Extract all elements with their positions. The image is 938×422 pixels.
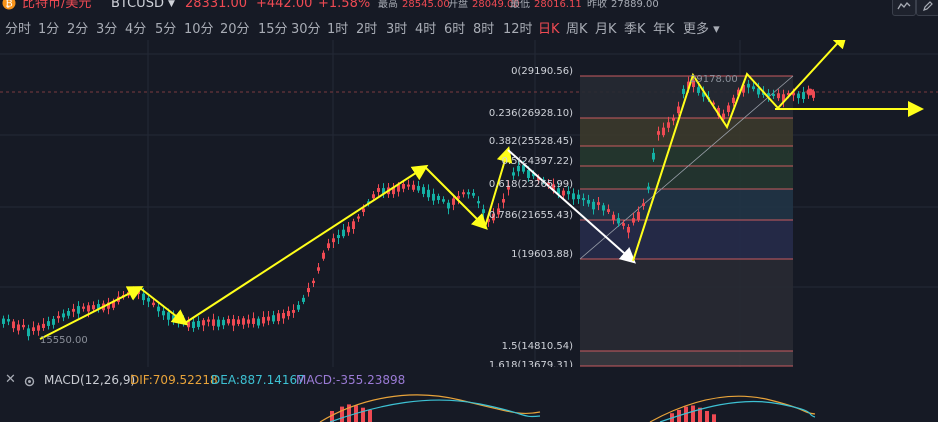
chevron-down-icon[interactable]: ▼ — [168, 0, 175, 12]
fib-level-2: 0.382(25528.45) — [489, 136, 573, 147]
timeframe-11[interactable]: 1时 — [327, 20, 348, 40]
symbol-name[interactable]: 比特币/美元 — [22, 0, 91, 12]
macd-toolbar: ✕ MACD(12,26,9) DIF:709.52218 DEA:887.14… — [0, 370, 938, 390]
timeframe-9[interactable]: 15分 — [258, 20, 288, 40]
fibonacci-retracement — [579, 75, 794, 367]
fib-level-5: 0.786(21655.43) — [489, 210, 573, 221]
timeframe-16[interactable]: 8时 — [473, 20, 494, 40]
macd-dif: DIF:709.52218 — [130, 373, 218, 387]
prev-close-value: 27889.00 — [611, 0, 659, 10]
bitcoin-icon: ₿ — [2, 0, 16, 15]
timeframe-13[interactable]: 3时 — [386, 20, 407, 40]
timeframe-5[interactable]: 4分 — [125, 20, 146, 40]
high-value: 28545.00 — [402, 0, 450, 10]
close-icon[interactable]: ✕ — [5, 370, 16, 390]
timeframe-21[interactable]: 季K — [624, 20, 646, 40]
macd-dea: DEA:887.14167 — [211, 373, 305, 387]
symbol-header: ₿ 比特币/美元 BTCUSD ▼ 28331.00 +442.00 +1.58… — [0, 0, 938, 16]
chart-grid — [0, 40, 938, 367]
macd-pane[interactable] — [0, 390, 938, 422]
low-price-marker: 15550.00 — [40, 335, 88, 346]
timeframe-22[interactable]: 年K — [653, 20, 675, 40]
timeframe-10[interactable]: 30分 — [291, 20, 321, 40]
timeframe-1[interactable]: 分时 — [5, 20, 31, 40]
high-price-marker: 29178.00 — [690, 74, 738, 85]
fib-level-6: 1(19603.88) — [511, 249, 573, 260]
timeframe-15[interactable]: 6时 — [444, 20, 465, 40]
fib-level-1: 0.236(26928.10) — [489, 108, 573, 119]
timeframe-8[interactable]: 20分 — [220, 20, 250, 40]
timeframe-toolbar: 分时 1分 2分 3分 4分 5分 10分 20分 15分 30分 1时 2时 3时 4时 6时 8时 12时日… — [0, 20, 938, 40]
svg-text:₿: ₿ — [5, 0, 12, 10]
candlestick-chart[interactable]: 0(29190.56) 0.236(26928.10) 0.382(25528.45… — [0, 40, 938, 367]
high-label: 最高 — [378, 0, 398, 10]
fib-level-7: 1.5(14810.54) — [502, 341, 574, 352]
timeframe-3[interactable]: 2分 — [67, 20, 88, 40]
fib-level-3: 0.5(24397.22) — [502, 156, 574, 167]
indicator-chart-icon[interactable] — [892, 0, 916, 16]
timeframe-6[interactable]: 5分 — [155, 20, 176, 40]
fib-level-0: 0(29190.56) — [511, 66, 573, 77]
fib-level-8: 1.618(13679.31) — [489, 360, 573, 367]
timeframe-4[interactable]: 3分 — [96, 20, 117, 40]
low-label: 最低 — [510, 0, 530, 10]
timeframe-14[interactable]: 4时 — [415, 20, 436, 40]
timeframe-19[interactable]: 周K — [566, 20, 588, 40]
price-change-pct: +1.58% — [318, 0, 371, 11]
timeframe-7[interactable]: 10分 — [184, 20, 214, 40]
timeframe-2[interactable]: 1分 — [38, 20, 59, 40]
more-timeframes-dropdown[interactable]: 更多 ▾ — [683, 20, 720, 40]
last-price: 28331.00 — [185, 0, 248, 11]
macd-name: MACD(12,26,9) — [44, 373, 136, 387]
open-label: 开盘 — [448, 0, 468, 10]
timeframe-18[interactable]: 日K — [538, 20, 560, 40]
fib-level-4: 0.618(23265.99) — [489, 179, 573, 190]
price-change: +442.00 — [256, 0, 313, 11]
timeframe-20[interactable]: 月K — [595, 20, 617, 40]
last-price-dot — [806, 88, 814, 96]
low-value: 28016.11 — [534, 0, 582, 10]
draw-pencil-icon[interactable] — [916, 0, 938, 16]
macd-value: MACD:-355.23898 — [296, 373, 406, 387]
prev-close-label: 昨收 — [587, 0, 607, 10]
timeframe-17[interactable]: 12时 — [503, 20, 533, 40]
symbol-code[interactable]: BTCUSD — [111, 0, 164, 12]
timeframe-12[interactable]: 2时 — [356, 20, 377, 40]
